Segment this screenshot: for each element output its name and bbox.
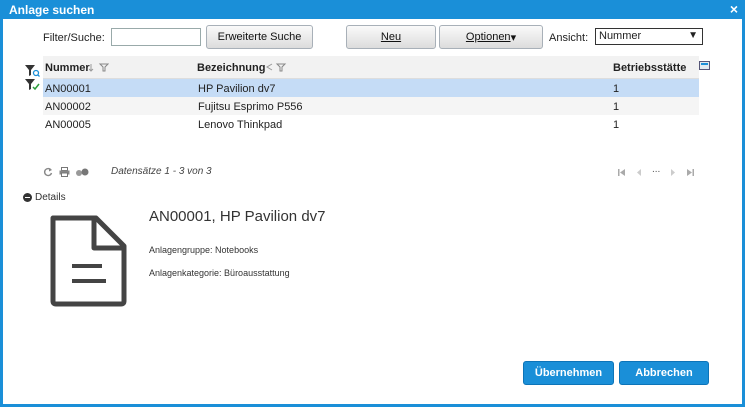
dialog: Anlage suchen × Filter/Suche: Erweiterte… — [0, 0, 745, 407]
pager-info: Datensätze 1 - 3 von 3 — [111, 166, 212, 177]
cell-nummer: AN00002 — [45, 101, 91, 113]
export-icon[interactable] — [75, 167, 89, 177]
cell-nummer: AN00005 — [45, 119, 91, 131]
options-label: Optionen — [465, 31, 511, 43]
options-button[interactable]: Optionen ▾ — [439, 25, 543, 49]
advanced-search-button[interactable]: Erweiterte Suche — [206, 25, 313, 49]
detail-title: AN00001, HP Pavilion dv7 — [149, 208, 326, 225]
grid-header: Nummer Bezeichnung Betriebsstätte — [43, 56, 710, 79]
window-title: Anlage suchen — [9, 3, 95, 17]
detail-group: Anlagengruppe: Notebooks — [149, 245, 259, 255]
view-label: Ansicht: — [549, 32, 589, 44]
detail-category: Anlagenkategorie: Büroausstattung — [149, 268, 290, 278]
column-header-betriebsstaette[interactable]: Betriebsstätte — [613, 62, 686, 74]
sort-filter-icon[interactable] — [265, 63, 287, 72]
details-toggle[interactable]: Details — [23, 192, 66, 203]
cell-betriebsstaette: 1 — [613, 83, 620, 95]
document-icon — [50, 215, 127, 307]
table-row[interactable]: AN00005 Lenovo Thinkpad 1 — [43, 115, 699, 133]
cell-bezeichnung: Lenovo Thinkpad — [198, 119, 283, 131]
table-row[interactable]: AN00002 Fujitsu Esprimo P556 1 — [43, 97, 699, 115]
details-label: Details — [35, 192, 66, 203]
sort-filter-icon[interactable] — [89, 63, 109, 72]
view-select[interactable]: Nummer ▼ — [595, 28, 703, 45]
print-icon[interactable] — [59, 167, 70, 177]
filter-input[interactable] — [111, 28, 201, 46]
new-button[interactable]: Neu — [346, 25, 436, 49]
column-header-bezeichnung[interactable]: Bezeichnung — [197, 62, 265, 74]
filter-search-icon[interactable] — [24, 64, 40, 78]
accept-button[interactable]: Übernehmen — [523, 361, 614, 385]
cell-bezeichnung: Fujitsu Esprimo P556 — [198, 101, 303, 113]
cell-nummer: AN00001 — [45, 83, 91, 95]
cancel-label: Abbrechen — [635, 367, 693, 379]
cell-betriebsstaette: 1 — [613, 101, 620, 113]
cell-bezeichnung: HP Pavilion dv7 — [198, 83, 276, 95]
refresh-icon[interactable] — [43, 167, 53, 177]
filter-apply-icon[interactable] — [24, 78, 40, 92]
accept-label: Übernehmen — [534, 367, 603, 379]
collapse-icon — [23, 192, 32, 202]
first-page-icon[interactable] — [617, 168, 627, 177]
column-header-nummer[interactable]: Nummer — [45, 62, 90, 74]
close-icon[interactable]: × — [730, 1, 738, 17]
title-bar[interactable]: Anlage suchen × — [3, 0, 742, 19]
dropdown-arrow-icon: ▼ — [688, 30, 698, 41]
column-chooser-icon[interactable] — [699, 61, 710, 70]
table-row[interactable]: AN00001 HP Pavilion dv7 1 — [43, 79, 699, 97]
new-label: Neu — [380, 31, 402, 43]
previous-page-icon[interactable] — [635, 168, 643, 177]
filter-label: Filter/Suche: — [43, 32, 105, 44]
cell-betriebsstaette: 1 — [613, 119, 620, 131]
page-ellipsis: ... — [652, 164, 661, 175]
advanced-search-label: Erweiterte Suche — [217, 31, 302, 43]
next-page-icon[interactable] — [669, 168, 677, 177]
view-selected-value: Nummer — [599, 30, 642, 42]
cancel-button[interactable]: Abbrechen — [619, 361, 709, 385]
chevron-down-icon: ▾ — [510, 31, 517, 44]
last-page-icon[interactable] — [685, 168, 695, 177]
